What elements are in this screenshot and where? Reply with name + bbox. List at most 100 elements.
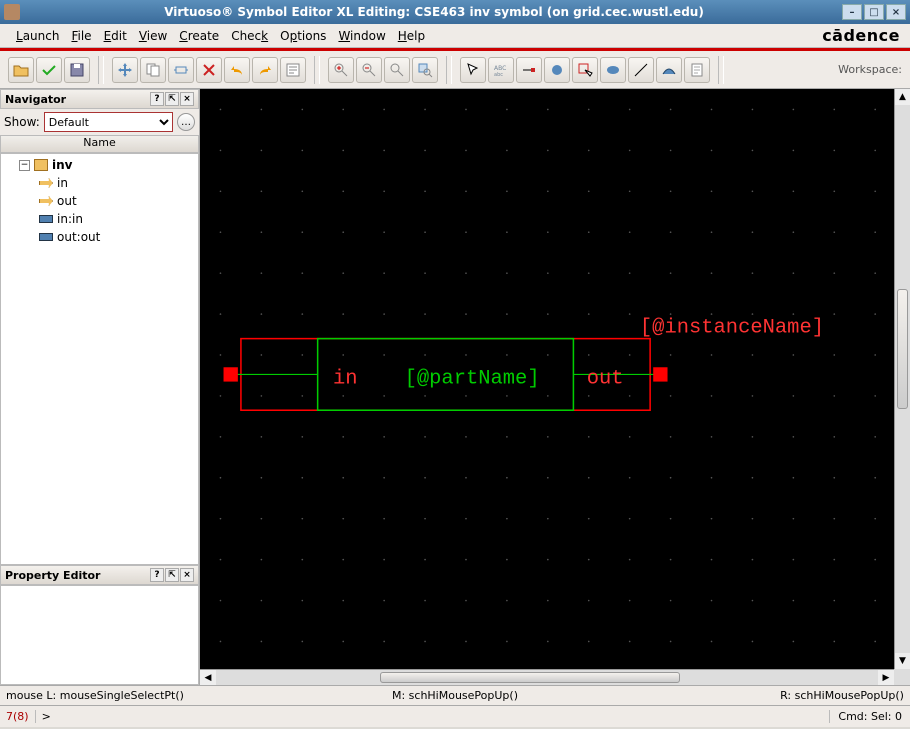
command-status-bar: 7(8) > Cmd: Sel: 0 <box>0 705 910 727</box>
property-editor-header: Property Editor ? ⇱ × <box>0 565 199 585</box>
zoom-area-button[interactable] <box>412 57 438 83</box>
mouse-mid-status: M: schHiMousePopUp() <box>305 689 604 702</box>
command-prompt[interactable]: > <box>36 710 830 723</box>
scroll-up-arrow[interactable]: ▲ <box>895 89 910 105</box>
property-editor-body[interactable] <box>0 585 199 685</box>
show-select[interactable]: Default <box>44 112 173 132</box>
undo-button[interactable] <box>224 57 250 83</box>
scroll-right-arrow[interactable]: ▶ <box>878 670 894 685</box>
partname-label: [@partName] <box>405 368 540 391</box>
copy-button[interactable] <box>140 57 166 83</box>
cmd-sel-status: Cmd: Sel: 0 <box>829 710 910 723</box>
mouse-status-bar: mouse L: mouseSingleSelectPt() M: schHiM… <box>0 685 910 705</box>
scroll-left-arrow[interactable]: ◀ <box>200 670 216 685</box>
tree-term-out[interactable]: out:out <box>3 228 196 246</box>
navigator-header: Navigator ? ⇱ × <box>0 89 199 109</box>
folder-icon <box>34 159 48 171</box>
menu-view[interactable]: View <box>133 27 173 45</box>
minimize-button[interactable]: – <box>842 4 862 20</box>
menu-options[interactable]: Options <box>274 27 332 45</box>
tree-pin-out[interactable]: out <box>3 192 196 210</box>
collapse-icon[interactable]: − <box>19 160 30 171</box>
tree-pin-in[interactable]: in <box>3 174 196 192</box>
main-area: Navigator ? ⇱ × Show: Default … Name − i… <box>0 89 910 685</box>
menu-window[interactable]: Window <box>332 27 391 45</box>
editor-canvas[interactable]: in [@partName] out [@instanceName] <box>200 89 910 685</box>
properties-button[interactable] <box>280 57 306 83</box>
vscroll-thumb[interactable] <box>897 289 908 409</box>
vertical-scrollbar[interactable]: ▲ ▼ <box>894 89 910 669</box>
mouse-left-status: mouse L: mouseSingleSelectPt() <box>6 689 305 702</box>
menu-file[interactable]: File <box>65 27 97 45</box>
line-button[interactable] <box>628 57 654 83</box>
workspace-label: Workspace: <box>838 63 906 76</box>
instancename-label: [@instanceName] <box>640 316 824 339</box>
redo-button[interactable] <box>252 57 278 83</box>
zoom-out-button[interactable] <box>356 57 382 83</box>
navigator-tree[interactable]: − inv in out in:in out:out <box>0 153 199 565</box>
mouse-right-status: R: schHiMousePopUp() <box>605 689 904 702</box>
save-button[interactable] <box>64 57 90 83</box>
window-titlebar: Virtuoso® Symbol Editor XL Editing: CSE4… <box>0 0 910 24</box>
pin-in-label: in <box>333 368 358 391</box>
maximize-button[interactable]: □ <box>864 4 884 20</box>
scroll-corner <box>894 669 910 685</box>
delete-button[interactable] <box>196 57 222 83</box>
terminal-icon <box>39 233 53 241</box>
brand-logo: cādence <box>822 26 900 45</box>
menu-launch[interactable]: Launch <box>10 27 65 45</box>
navigator-close-button[interactable]: × <box>180 92 194 106</box>
menu-check[interactable]: Check <box>225 27 274 45</box>
show-options-button[interactable]: … <box>177 113 195 131</box>
canvas-svg: in [@partName] out [@instanceName] <box>200 89 910 682</box>
menu-bar: Launch File Edit View Create Check Optio… <box>0 24 910 48</box>
close-button[interactable]: × <box>886 4 906 20</box>
arc-button[interactable] <box>656 57 682 83</box>
check-save-button[interactable] <box>36 57 62 83</box>
terminal-icon <box>39 215 53 223</box>
navigator-title: Navigator <box>5 93 66 106</box>
note-button[interactable] <box>684 57 710 83</box>
menu-edit[interactable]: Edit <box>98 27 133 45</box>
propedit-help-button[interactable]: ? <box>150 568 164 582</box>
menu-create[interactable]: Create <box>173 27 225 45</box>
pin-icon <box>39 178 53 188</box>
left-panel: Navigator ? ⇱ × Show: Default … Name − i… <box>0 89 200 685</box>
circle-fill-button[interactable] <box>544 57 570 83</box>
pin-out-label: out <box>587 368 624 391</box>
propedit-undock-button[interactable]: ⇱ <box>165 568 179 582</box>
window-title: Virtuoso® Symbol Editor XL Editing: CSE4… <box>26 5 842 19</box>
propedit-close-button[interactable]: × <box>180 568 194 582</box>
tree-root-node[interactable]: − inv <box>3 156 196 174</box>
canvas-area: in [@partName] out [@instanceName] ▲ ▼ ◀… <box>200 89 910 685</box>
tree-root-label: inv <box>52 158 72 172</box>
menu-help[interactable]: Help <box>392 27 431 45</box>
label-button[interactable]: ABCabc <box>488 57 514 83</box>
tree-column-header[interactable]: Name <box>0 135 199 153</box>
pin-icon <box>39 196 53 206</box>
zoom-in-button[interactable] <box>328 57 354 83</box>
ellipse-fill-button[interactable] <box>600 57 626 83</box>
show-label: Show: <box>4 115 40 129</box>
select-button[interactable] <box>460 57 486 83</box>
property-editor-title: Property Editor <box>5 569 100 582</box>
toolbar: ABCabc Workspace: <box>0 51 910 89</box>
app-icon <box>4 4 20 20</box>
select-shape-button[interactable] <box>572 57 598 83</box>
horizontal-scrollbar[interactable]: ◀ ▶ <box>200 669 894 685</box>
zoom-fit-button[interactable] <box>384 57 410 83</box>
stretch-button[interactable] <box>168 57 194 83</box>
pin-button[interactable] <box>516 57 542 83</box>
navigator-undock-button[interactable]: ⇱ <box>165 92 179 106</box>
svg-text:ABC: ABC <box>494 65 506 72</box>
svg-text:abc: abc <box>494 72 503 78</box>
scroll-down-arrow[interactable]: ▼ <box>895 653 910 669</box>
hscroll-thumb[interactable] <box>380 672 680 683</box>
open-button[interactable] <box>8 57 34 83</box>
tree-term-in[interactable]: in:in <box>3 210 196 228</box>
property-editor-panel: Property Editor ? ⇱ × <box>0 565 199 685</box>
object-count: 7(8) <box>0 710 36 723</box>
pin-out-square <box>653 367 667 381</box>
move-button[interactable] <box>112 57 138 83</box>
navigator-help-button[interactable]: ? <box>150 92 164 106</box>
